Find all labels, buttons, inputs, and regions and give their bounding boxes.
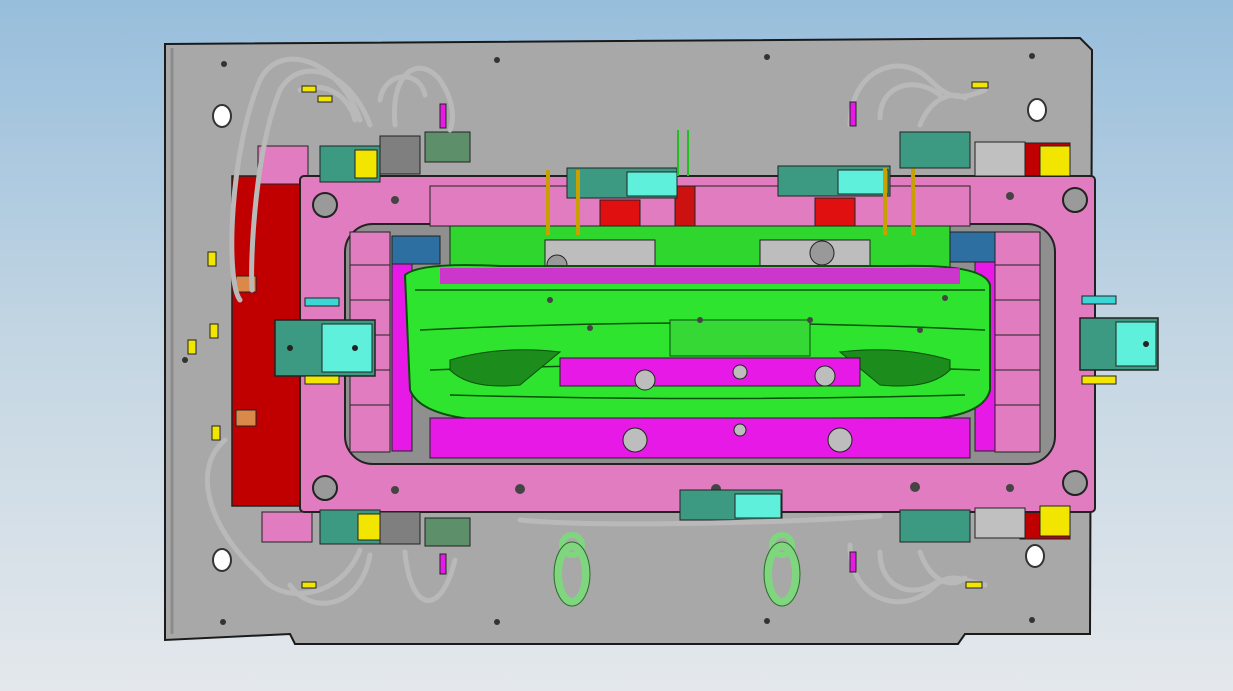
mold-assembly-drawing[interactable]: [0, 0, 1233, 691]
bottom-hydraulic-cylinder[interactable]: [679, 489, 783, 521]
top-cylinder-left[interactable]: [566, 167, 678, 199]
cad-viewport[interactable]: [0, 0, 1233, 691]
right-hydraulic-cylinder[interactable]: [1079, 317, 1159, 371]
top-cylinder-right[interactable]: [777, 165, 891, 197]
left-hydraulic-cylinder[interactable]: [274, 319, 376, 377]
bumper-cavity[interactable]: [403, 264, 991, 459]
